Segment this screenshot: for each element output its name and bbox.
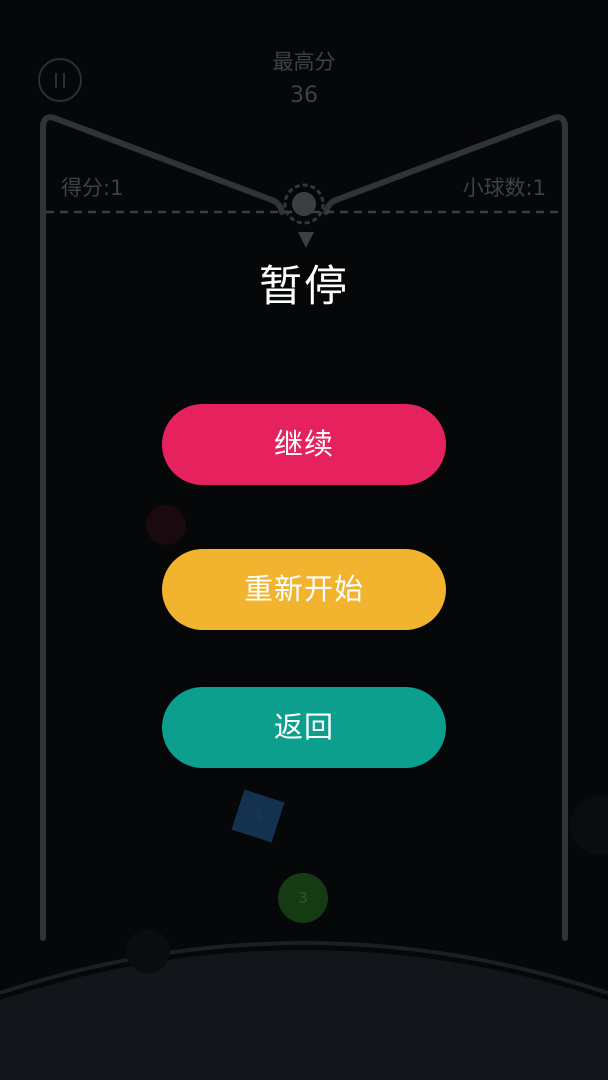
resume-button[interactable]: 继续 xyxy=(162,404,446,485)
circle-block-number: 3 xyxy=(298,889,308,907)
ghost-circle-right xyxy=(570,795,608,855)
game-screen: 最高分 36 得分:1 小球数:1 3 3 暂停 继续 重新开始 返回 xyxy=(0,0,608,1080)
ball xyxy=(292,192,316,216)
pause-title: 暂停 xyxy=(259,262,349,312)
square-block-number: 3 xyxy=(253,806,263,824)
back-button[interactable]: 返回 xyxy=(162,687,446,768)
ghost-circle xyxy=(146,505,186,545)
score-label: 得分:1 xyxy=(61,176,124,200)
best-score-label: 最高分 xyxy=(272,50,336,74)
game-board: 最高分 36 得分:1 小球数:1 3 3 xyxy=(0,0,608,1080)
ghost-circle-bottom xyxy=(126,929,170,973)
aim-arrow-icon xyxy=(298,232,314,248)
restart-button[interactable]: 重新开始 xyxy=(162,549,446,630)
balls-count-label: 小球数:1 xyxy=(462,176,546,200)
board-graphics xyxy=(0,114,608,1080)
best-score-value: 36 xyxy=(290,83,318,108)
